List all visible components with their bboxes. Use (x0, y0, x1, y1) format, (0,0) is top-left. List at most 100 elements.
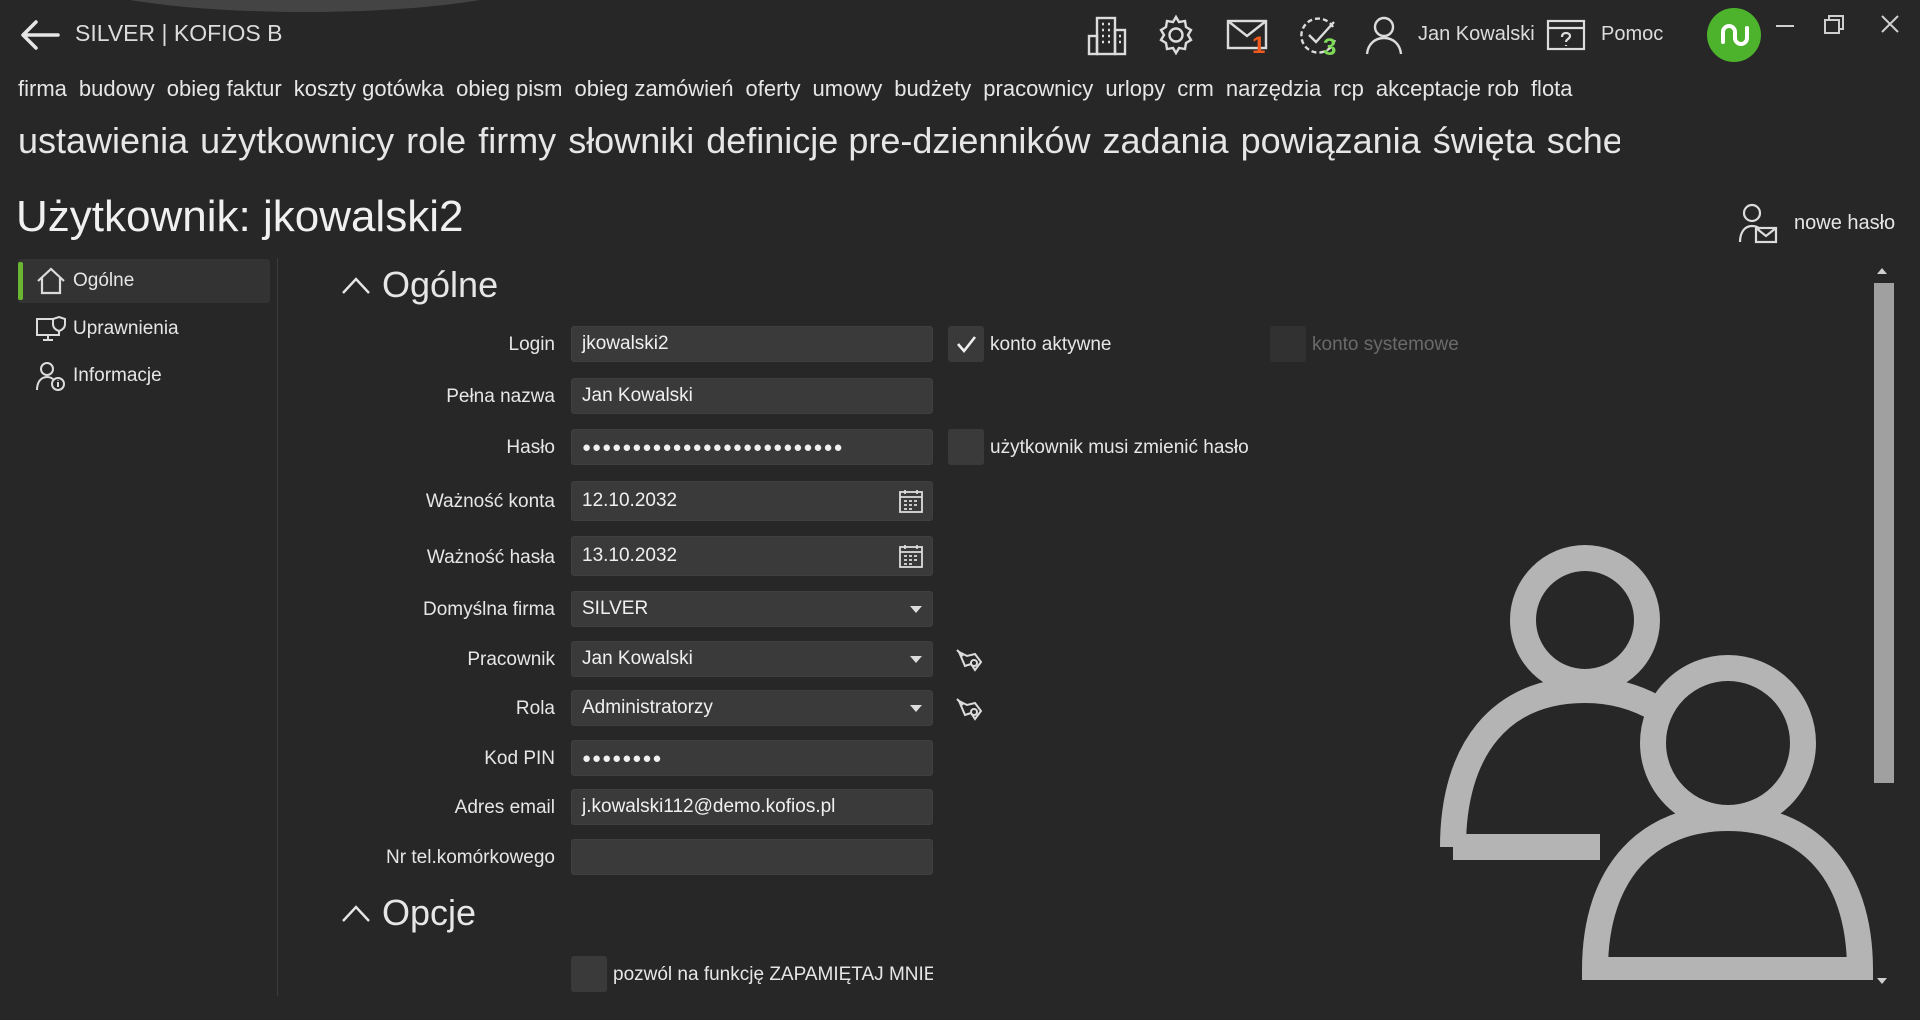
mobile-input[interactable] (571, 839, 933, 875)
password-validity-label: Ważność hasła (426, 547, 555, 568)
chevron-down-icon (910, 606, 922, 613)
employee-label: Pracownik (467, 649, 555, 670)
settings-gear-icon[interactable] (1153, 12, 1199, 58)
menu-item-obieg-pism[interactable]: obieg pism (456, 76, 562, 106)
login-input[interactable]: jkowalski2 (571, 326, 933, 362)
chevron-up-icon (342, 277, 370, 294)
full-name-input[interactable]: Jan Kowalski (571, 378, 933, 414)
submenu-item-zadania[interactable]: zadania (1102, 120, 1228, 166)
scroll-down-arrow-icon[interactable] (1877, 978, 1887, 984)
pin-label: Kod PIN (484, 748, 555, 769)
menu-item-flota[interactable]: flota (1531, 76, 1573, 106)
menu-item-obieg-faktur[interactable]: obieg faktur (167, 76, 282, 106)
user-profile-icon[interactable] (1362, 12, 1406, 58)
checkmark-icon (957, 336, 977, 354)
menu-item-urlopy[interactable]: urlopy (1105, 76, 1165, 106)
role-value: Administratorzy (582, 697, 713, 718)
menu-item-firma[interactable]: firma (18, 76, 67, 106)
email-value: j.kowalski112@demo.kofios.pl (582, 796, 836, 817)
must-change-password-checkbox[interactable] (948, 429, 984, 465)
default-company-select[interactable]: SILVER (571, 591, 933, 627)
menu-item-koszty-gotowka[interactable]: koszty gotówka (294, 76, 444, 106)
account-validity-value: 12.10.2032 (582, 490, 678, 511)
password-validity-input[interactable]: 13.10.2032 (571, 536, 933, 576)
menu-item-obieg-zamowien[interactable]: obieg zamówień (575, 76, 734, 106)
menu-item-rcp[interactable]: rcp (1333, 76, 1364, 106)
nav-separator (277, 258, 278, 996)
remember-me-checkbox[interactable] (571, 956, 607, 992)
pin-icon[interactable] (955, 648, 985, 676)
email-input[interactable]: j.kowalski112@demo.kofios.pl (571, 789, 933, 825)
default-company-label: Domyślna firma (423, 599, 555, 620)
scrollbar-thumb[interactable] (1874, 283, 1894, 783)
scroll-up-arrow-icon[interactable] (1877, 268, 1887, 274)
section-options-title: Opcje (382, 892, 477, 933)
full-name-value: Jan Kowalski (582, 385, 693, 406)
active-account-checkbox[interactable] (948, 326, 984, 362)
tasks-check-icon[interactable]: 3 (1293, 12, 1343, 61)
nav-item-label: Informacje (73, 365, 162, 386)
email-label: Adres email (454, 797, 555, 818)
account-validity-input[interactable]: 12.10.2032 (571, 481, 933, 521)
submenu-item-role[interactable]: role (406, 120, 466, 166)
nav-item-permissions[interactable]: Uprawnienia (18, 307, 270, 351)
current-user-name[interactable]: Jan Kowalski (1418, 23, 1535, 46)
monitor-shield-icon (36, 315, 66, 341)
chevron-up-icon (342, 905, 370, 922)
full-name-label: Pełna nazwa (446, 386, 555, 407)
sub-menu: ustawienia użytkownicy role firmy słowni… (0, 120, 1620, 166)
home-icon (37, 267, 65, 295)
submenu-item-definicje[interactable]: definicje pre-dzienników (706, 120, 1090, 166)
minimize-icon[interactable] (1765, 8, 1805, 42)
submenu-item-swieta[interactable]: święta (1433, 120, 1535, 166)
page-title: Użytkownik: jkowalski2 (16, 192, 464, 241)
submenu-item-slowniki[interactable]: słowniki (568, 120, 694, 166)
new-password-icon[interactable] (1738, 202, 1778, 246)
submenu-item-firmy[interactable]: firmy (478, 120, 556, 166)
user-info-icon (36, 362, 65, 391)
employee-select[interactable]: Jan Kowalski (571, 641, 933, 677)
submenu-item-schematy[interactable]: schematy a (1547, 120, 1620, 166)
help-label[interactable]: Pomoc (1601, 23, 1663, 46)
password-value: ●●●●●●●●●●●●●●●●●●●●●●●●●● (582, 438, 844, 456)
restore-icon[interactable] (1813, 8, 1853, 42)
pin-icon[interactable] (955, 697, 985, 725)
calendar-icon[interactable] (898, 543, 924, 569)
menu-item-budowy[interactable]: budowy (79, 76, 155, 106)
password-input[interactable]: ●●●●●●●●●●●●●●●●●●●●●●●●●● (571, 429, 933, 465)
back-arrow-icon[interactable] (18, 18, 62, 52)
pin-input[interactable]: ●●●●●●●● (571, 740, 933, 776)
menu-item-budzety[interactable]: budżety (894, 76, 971, 106)
company-building-icon[interactable] (1085, 12, 1129, 58)
help-icon[interactable] (1545, 12, 1587, 58)
menu-item-pracownicy[interactable]: pracownicy (983, 76, 1093, 106)
password-label: Hasło (506, 437, 555, 458)
role-select[interactable]: Administratorzy (571, 690, 933, 726)
chevron-down-icon (910, 705, 922, 712)
remember-me-label[interactable]: pozwól na funkcję ZAPAMIĘTAJ MNIE (613, 964, 933, 986)
login-value: jkowalski2 (582, 333, 669, 354)
menu-item-oferty[interactable]: oferty (745, 76, 800, 106)
nav-item-information[interactable]: Informacje (18, 354, 270, 398)
system-account-label: konto systemowe (1312, 334, 1459, 355)
section-options-header[interactable]: Opcje (340, 892, 476, 934)
submenu-item-powiazania[interactable]: powiązania (1241, 120, 1421, 166)
section-general-header[interactable]: Ogólne (340, 264, 498, 306)
close-icon[interactable] (1870, 8, 1910, 42)
calendar-icon[interactable] (898, 488, 924, 514)
menu-item-narzedzia[interactable]: narzędzia (1226, 76, 1321, 106)
mail-icon[interactable]: 1 (1222, 12, 1272, 59)
menu-item-umowy[interactable]: umowy (813, 76, 883, 106)
main-menu: firma budowy obieg faktur koszty gotówka… (0, 76, 1620, 106)
new-password-button[interactable]: nowe hasło (1794, 212, 1895, 235)
tasks-count-badge: 3 (1323, 34, 1337, 61)
menu-item-crm[interactable]: crm (1177, 76, 1214, 106)
submenu-item-ustawienia[interactable]: ustawienia (18, 120, 188, 166)
account-validity-label: Ważność konta (425, 491, 555, 512)
active-account-label[interactable]: konto aktywne (990, 334, 1111, 356)
nav-item-label: Uprawnienia (73, 318, 179, 339)
menu-item-akceptacje-rob[interactable]: akceptacje rob (1376, 76, 1519, 106)
nav-item-general[interactable]: Ogólne (18, 259, 270, 303)
submenu-item-uzytkownicy[interactable]: użytkownicy (200, 120, 394, 166)
must-change-password-label[interactable]: użytkownik musi zmienić hasło (990, 437, 1249, 459)
